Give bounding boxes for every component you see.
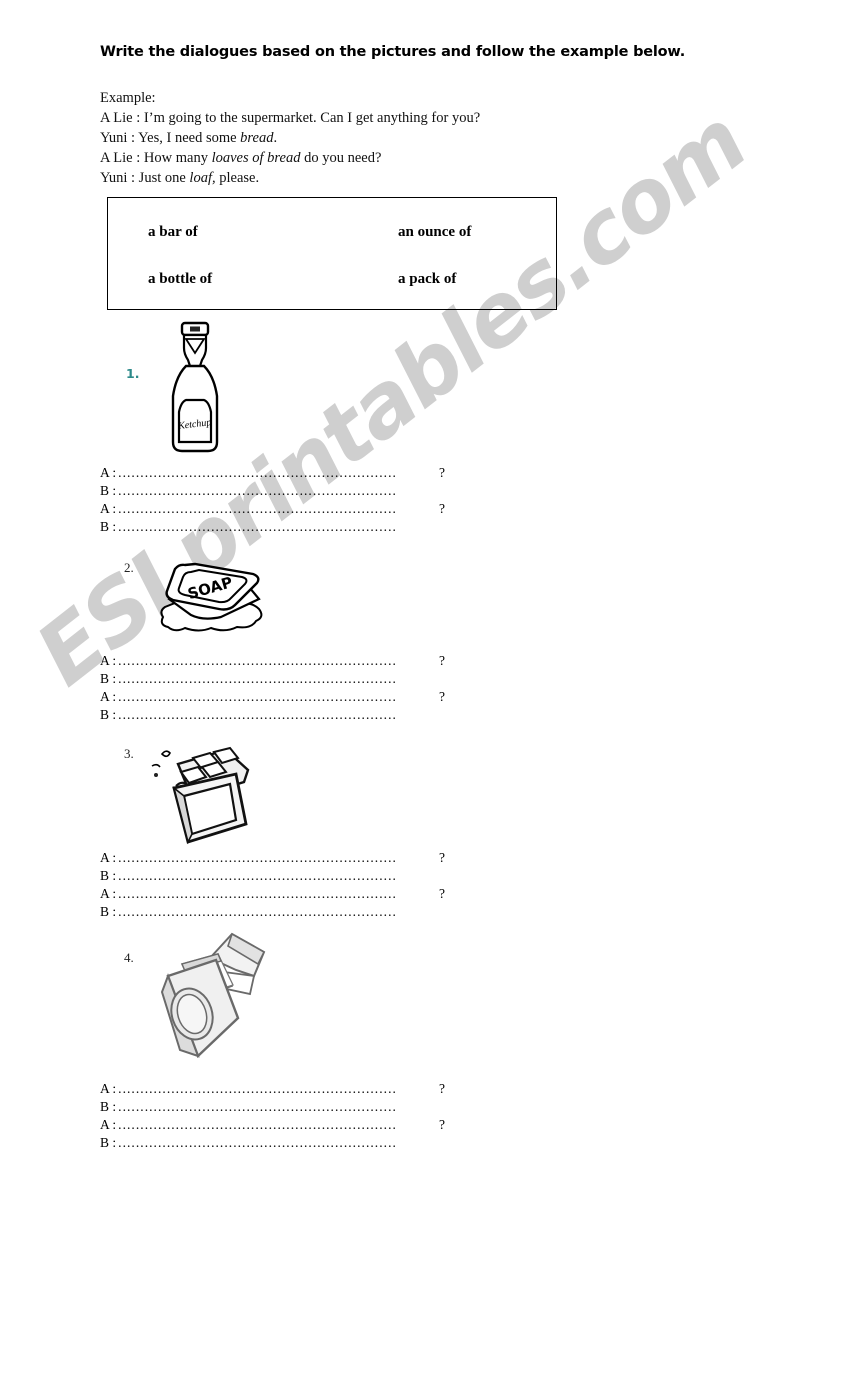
soap-bar-image: SOAP bbox=[155, 555, 273, 633]
speaker-label: B : bbox=[100, 1099, 117, 1114]
answer-dotted-line[interactable]: ........................................… bbox=[118, 1134, 444, 1152]
word-bank-item-pack: a pack of bbox=[398, 271, 457, 287]
line-end-mark: ? bbox=[439, 886, 445, 901]
example-text-1: I’m going to the supermarket. Can I get … bbox=[143, 110, 481, 126]
line-end-mark: ? bbox=[439, 1117, 445, 1132]
answer-dotted-line[interactable]: ........................................… bbox=[118, 482, 444, 500]
example-text-2-pre: Yes, I need some bbox=[138, 130, 241, 146]
example-text-3-pre: How many bbox=[143, 150, 212, 166]
speaker-label: A : bbox=[100, 689, 117, 704]
speaker-label: A : bbox=[100, 886, 117, 901]
line-end-mark: ? bbox=[439, 850, 445, 865]
line-end-mark: ? bbox=[439, 653, 445, 668]
word-bank-item-bar: a bar of bbox=[148, 224, 198, 240]
dialogue-line[interactable]: A : ....................................… bbox=[100, 652, 445, 670]
example-text-2-post: . bbox=[273, 130, 278, 146]
example-heading: Example: bbox=[100, 90, 156, 106]
item-number-1: 1. bbox=[126, 366, 140, 381]
watermark: ESLprintables.com bbox=[18, 92, 790, 920]
dialogue-line[interactable]: A : ....................................… bbox=[100, 1080, 445, 1098]
speaker-label: A : bbox=[100, 850, 117, 865]
speaker-label: B : bbox=[100, 671, 117, 686]
chocolate-bar-image bbox=[148, 742, 258, 847]
dialogue-block-1: A : ....................................… bbox=[100, 464, 445, 536]
answer-dotted-line[interactable]: ........................................… bbox=[118, 670, 444, 688]
dialogue-line[interactable]: B : ....................................… bbox=[100, 1134, 445, 1152]
dialogue-line[interactable]: B : ....................................… bbox=[100, 518, 445, 536]
dialogue-line[interactable]: B : ....................................… bbox=[100, 670, 445, 688]
example-block: Example: A Lie : I’m going to the superm… bbox=[100, 88, 480, 188]
answer-dotted-line[interactable]: ........................................… bbox=[118, 464, 438, 482]
item-number-4: 4. bbox=[124, 950, 134, 965]
worksheet-page: Write the dialogues based on the picture… bbox=[0, 0, 850, 1400]
example-text-2-italic: bread bbox=[240, 130, 274, 146]
example-text-3-post: do you need? bbox=[300, 150, 382, 166]
speaker-label: A : bbox=[100, 501, 117, 516]
line-end-mark: ? bbox=[439, 689, 445, 704]
item-number-3: 3. bbox=[124, 746, 134, 761]
dialogue-line[interactable]: B : ....................................… bbox=[100, 1098, 445, 1116]
speaker-label: B : bbox=[100, 904, 117, 919]
example-speaker-4: Yuni : bbox=[100, 170, 139, 186]
dialogue-line[interactable]: B : ....................................… bbox=[100, 482, 445, 500]
speaker-label: B : bbox=[100, 519, 117, 534]
answer-dotted-line[interactable]: ........................................… bbox=[118, 903, 444, 921]
line-end-mark: ? bbox=[439, 1081, 445, 1096]
example-speaker-3: A Lie : bbox=[100, 150, 144, 166]
line-end-mark: ? bbox=[439, 465, 445, 480]
answer-dotted-line[interactable]: ........................................… bbox=[118, 1080, 438, 1098]
speaker-label: B : bbox=[100, 1135, 117, 1150]
cigarette-pack-image bbox=[158, 932, 274, 1062]
example-text-4-post: please. bbox=[215, 170, 260, 186]
dialogue-block-2: A : ....................................… bbox=[100, 652, 445, 724]
item-number-2: 2. bbox=[124, 560, 134, 575]
answer-dotted-line[interactable]: ........................................… bbox=[118, 706, 444, 724]
speaker-label: B : bbox=[100, 868, 117, 883]
page-title: Write the dialogues based on the picture… bbox=[100, 44, 686, 60]
word-bank-grid: a bar of an ounce of a bottle of a pack … bbox=[148, 224, 528, 288]
dialogue-line[interactable]: B : ....................................… bbox=[100, 867, 445, 885]
example-line-2: Yuni : Yes, I need some bread. bbox=[100, 128, 480, 148]
example-text-4-italic: loaf, bbox=[189, 170, 216, 186]
speaker-label: A : bbox=[100, 1081, 117, 1096]
example-line-4: Yuni : Just one loaf, please. bbox=[100, 168, 480, 188]
example-line-1: A Lie : I’m going to the supermarket. Ca… bbox=[100, 108, 480, 128]
answer-dotted-line[interactable]: ........................................… bbox=[118, 688, 438, 706]
answer-dotted-line[interactable]: ........................................… bbox=[118, 518, 444, 536]
dialogue-line[interactable]: A : ....................................… bbox=[100, 885, 445, 903]
line-end-mark: ? bbox=[439, 501, 445, 516]
speaker-label: A : bbox=[100, 653, 117, 668]
speaker-label: A : bbox=[100, 465, 117, 480]
answer-dotted-line[interactable]: ........................................… bbox=[118, 500, 438, 518]
word-bank-item-ounce: an ounce of bbox=[398, 224, 472, 240]
speaker-label: A : bbox=[100, 1117, 117, 1132]
ketchup-bottle-image: Ketchup bbox=[162, 320, 228, 456]
answer-dotted-line[interactable]: ........................................… bbox=[118, 885, 438, 903]
example-speaker-1: A Lie : bbox=[100, 110, 144, 126]
dialogue-block-3: A : ....................................… bbox=[100, 849, 445, 921]
answer-dotted-line[interactable]: ........................................… bbox=[118, 652, 438, 670]
answer-dotted-line[interactable]: ........................................… bbox=[118, 849, 438, 867]
answer-dotted-line[interactable]: ........................................… bbox=[118, 867, 444, 885]
answer-dotted-line[interactable]: ........................................… bbox=[118, 1098, 444, 1116]
dialogue-line[interactable]: B : ....................................… bbox=[100, 903, 445, 921]
example-text-4-pre: Just one bbox=[138, 170, 190, 186]
word-bank-box: a bar of an ounce of a bottle of a pack … bbox=[107, 197, 557, 310]
dialogue-line[interactable]: A : ....................................… bbox=[100, 688, 445, 706]
example-line-3: A Lie : How many loaves of bread do you … bbox=[100, 148, 480, 168]
word-bank-item-bottle: a bottle of bbox=[148, 271, 213, 287]
answer-dotted-line[interactable]: ........................................… bbox=[118, 1116, 438, 1134]
dialogue-line[interactable]: A : ....................................… bbox=[100, 500, 445, 518]
example-speaker-2: Yuni : bbox=[100, 130, 139, 146]
dialogue-line[interactable]: A : ....................................… bbox=[100, 464, 445, 482]
speaker-label: B : bbox=[100, 483, 117, 498]
speaker-label: B : bbox=[100, 707, 117, 722]
example-text-3-italic: loaves of bread bbox=[211, 150, 301, 166]
dialogue-line[interactable]: A : ....................................… bbox=[100, 1116, 445, 1134]
dialogue-block-4: A : ....................................… bbox=[100, 1080, 445, 1152]
dialogue-line[interactable]: B : ....................................… bbox=[100, 706, 445, 724]
dialogue-line[interactable]: A : ....................................… bbox=[100, 849, 445, 867]
